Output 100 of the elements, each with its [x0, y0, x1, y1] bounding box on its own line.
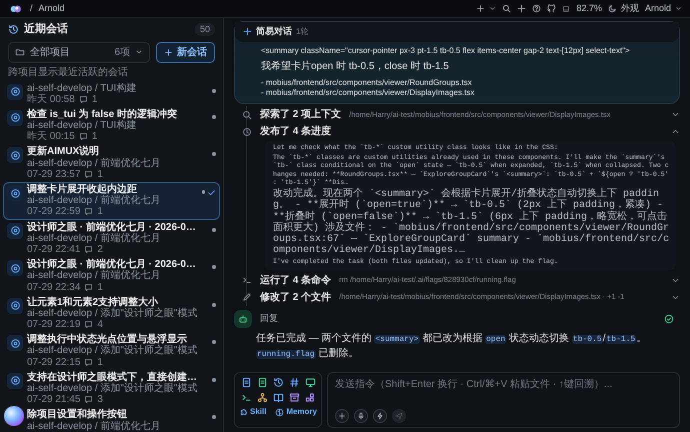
lightning-icon[interactable]	[376, 412, 384, 420]
session-title: 支持在设计师之眼模式下，直接创建…	[27, 372, 198, 383]
document-icon[interactable]	[240, 377, 252, 388]
skill-button[interactable]: Skill	[239, 406, 266, 418]
comment-icon	[84, 358, 94, 367]
round-count: 1轮	[296, 26, 308, 38]
separator-text: /	[30, 2, 33, 15]
user-menu-button[interactable]: Arnold	[644, 2, 682, 16]
comment-icon	[84, 320, 94, 330]
session-time: 07-29 21:45	[27, 394, 80, 406]
check-icon	[207, 188, 216, 197]
message-line: - mobius/frontend/src/components/viewer/DisplayImages.tsx	[261, 88, 476, 98]
terminal-icon[interactable]	[240, 392, 252, 403]
session-item[interactable]: 支持在设计师之眼模式下，直接创建… ai-self-develop / 添加"设计师之眼"模式 07-29 21:45 3	[3, 370, 220, 408]
message-line: - mobius/frontend/src/components/viewer/RoundGroups.tsx	[261, 78, 473, 88]
status-dot	[212, 265, 216, 270]
book-icon[interactable]	[272, 392, 284, 403]
status-dot	[212, 415, 216, 420]
sidebar-title: 近期会话	[24, 22, 68, 37]
microphone-icon[interactable]	[357, 412, 365, 420]
comment-icon	[84, 245, 94, 254]
terminal-icon	[242, 275, 252, 286]
session-path: ai-self-develop / 添加"设计师之眼"模式	[27, 345, 198, 357]
comment-count: 1	[92, 131, 98, 142]
hash-icon[interactable]	[288, 377, 300, 388]
lightning-button[interactable]	[373, 409, 387, 423]
plus-icon[interactable]	[338, 412, 346, 420]
composer-box[interactable]: 发送指令（Shift+Enter 换行 · Ctrl/⌘+V 粘贴文件 · ↑键回溯）...	[327, 372, 680, 428]
session-time: 07-29 22:41	[27, 244, 80, 256]
plus-icon	[476, 4, 486, 13]
comment-count: 4	[97, 319, 103, 330]
session-item[interactable]: 让元素1和元素2支持调整大小 ai-self-develop / 添加"设计师之眼"模式 07-29 22:19 4	[3, 294, 220, 332]
comment-count: 1	[97, 282, 103, 293]
session-path: ai-self-develop / 添加"设计师之眼"模式	[27, 308, 198, 320]
comment-count: 1	[97, 168, 103, 180]
count-badge: 50	[194, 22, 215, 36]
appearance-button[interactable]: 外观	[608, 2, 639, 16]
reply-label: 回复	[260, 312, 278, 325]
session-item[interactable]: 更新AIMUX说明 ai-self-develop / 前端优化七月 07-29 23:57 1	[3, 144, 220, 182]
project-name[interactable]: Arnold	[38, 2, 65, 16]
project-filter[interactable]: 全部项目 6项	[8, 42, 150, 62]
attach-button[interactable]	[335, 409, 349, 423]
blocks-icon[interactable]	[304, 392, 316, 403]
tree-icon[interactable]	[256, 392, 268, 403]
session-time: 07-29 23:57	[27, 168, 80, 180]
session-path: ai-self-develop / 前端优化七月	[27, 420, 162, 432]
assistant-orb-icon[interactable]	[4, 406, 24, 426]
status-dot	[212, 114, 216, 119]
comment-count: 1	[92, 94, 98, 105]
status-dot	[212, 378, 216, 382]
message-line: 我希望卡片open 时 tb-0.5，close 时 tb-1.5	[261, 60, 450, 73]
step-title: 运行了 4 条命令	[260, 274, 332, 288]
comment-icon	[84, 170, 94, 179]
session-item[interactable]: 调整执行中状态光点位置与悬浮显示 ai-self-develop / 添加"设计师之眼"模式 07-29 22:15 1	[3, 332, 220, 370]
memory-button[interactable]: Memory	[275, 406, 317, 418]
comment-count: 1	[97, 206, 103, 218]
session-item[interactable]: 除项目设置和操作按钮 ai-self-develop / 前端优化七月	[3, 407, 220, 432]
session-title: 检查 is_tui 为 false 时的逻辑冲突	[27, 108, 178, 120]
history-icon[interactable]	[272, 377, 284, 388]
comment-count: 2	[97, 244, 103, 256]
monitor-icon[interactable]	[304, 377, 316, 388]
logo-icon	[8, 2, 24, 14]
session-item[interactable]: 设计师之眼 · 前端优化七月 · 2026-0… ai-self-develop / 前端优化七月 07-29 22:41 2	[3, 220, 220, 258]
caret-icon	[135, 48, 143, 56]
search-icon	[242, 110, 252, 120]
status-dot	[212, 302, 216, 307]
session-path: ai-self-develop / TUI构建	[27, 120, 138, 132]
new-session-button[interactable]: 新会话	[156, 42, 215, 62]
session-path: ai-self-develop / 前端优化七月	[27, 270, 162, 282]
session-item[interactable]: 设计师之眼 · 前端优化七月 · 2026-0… ai-self-develop / 前端优化七月 07-29 22:34 1	[3, 257, 220, 295]
pencil-icon	[242, 292, 252, 302]
session-item[interactable]: 检查 is_tui 为 false 时的逻辑冲突 ai-self-develop / TUI构建 昨天 00:15 1	[3, 106, 220, 144]
session-title: 除项目设置和操作按钮	[27, 409, 128, 420]
cat-icon[interactable]	[547, 4, 556, 13]
archive-icon[interactable]	[288, 392, 300, 403]
page-icon[interactable]	[256, 377, 268, 388]
caret-icon	[489, 5, 496, 12]
hint-text: 跨项目显示最近活跃的会话	[7, 66, 129, 80]
folder-icon	[15, 47, 25, 57]
message-input-field[interactable]: 发送指令（Shift+Enter 换行 · Ctrl/⌘+V 粘贴文件 · ↑键回溯）...	[335, 377, 672, 392]
session-item[interactable]: ai-self-develop / TUI构建 昨天 00:58 1	[3, 80, 220, 107]
history-icon	[8, 24, 19, 35]
card-title: 简易对话	[256, 25, 292, 38]
message-line: <summary className="cursor-pointer px-3 pt-1.5 tb-0.5 flex items-center gap-2 text-[12px] select-text">	[261, 46, 631, 56]
session-path: ai-self-develop / 前端优化七月	[27, 195, 162, 206]
step-title: 发布了 4 条进度	[260, 124, 332, 139]
session-item[interactable]: 调整卡片展开收起内边距 ai-self-develop / 前端优化七月 07-29 22:59 1	[3, 182, 220, 220]
session-time: 07-29 22:15	[27, 356, 80, 368]
search-icon[interactable]	[502, 4, 512, 13]
comment-count: 3	[97, 394, 103, 406]
session-title: 设计师之眼 · 前端优化七月 · 2026-0…	[27, 222, 197, 233]
timeline-row[interactable]: 发布了 4 条进度	[234, 123, 680, 140]
help-icon[interactable]	[532, 4, 542, 13]
microphone-button[interactable]	[354, 409, 368, 423]
session-title: 让元素1和元素2支持调整大小	[27, 296, 158, 308]
filter-count: 6项	[114, 46, 130, 60]
usage-text: 82.7%	[576, 2, 602, 15]
add-menu-button[interactable]	[476, 4, 496, 13]
step-title: 探索了 2 项上下文	[260, 108, 342, 122]
bot-icon	[234, 310, 252, 328]
